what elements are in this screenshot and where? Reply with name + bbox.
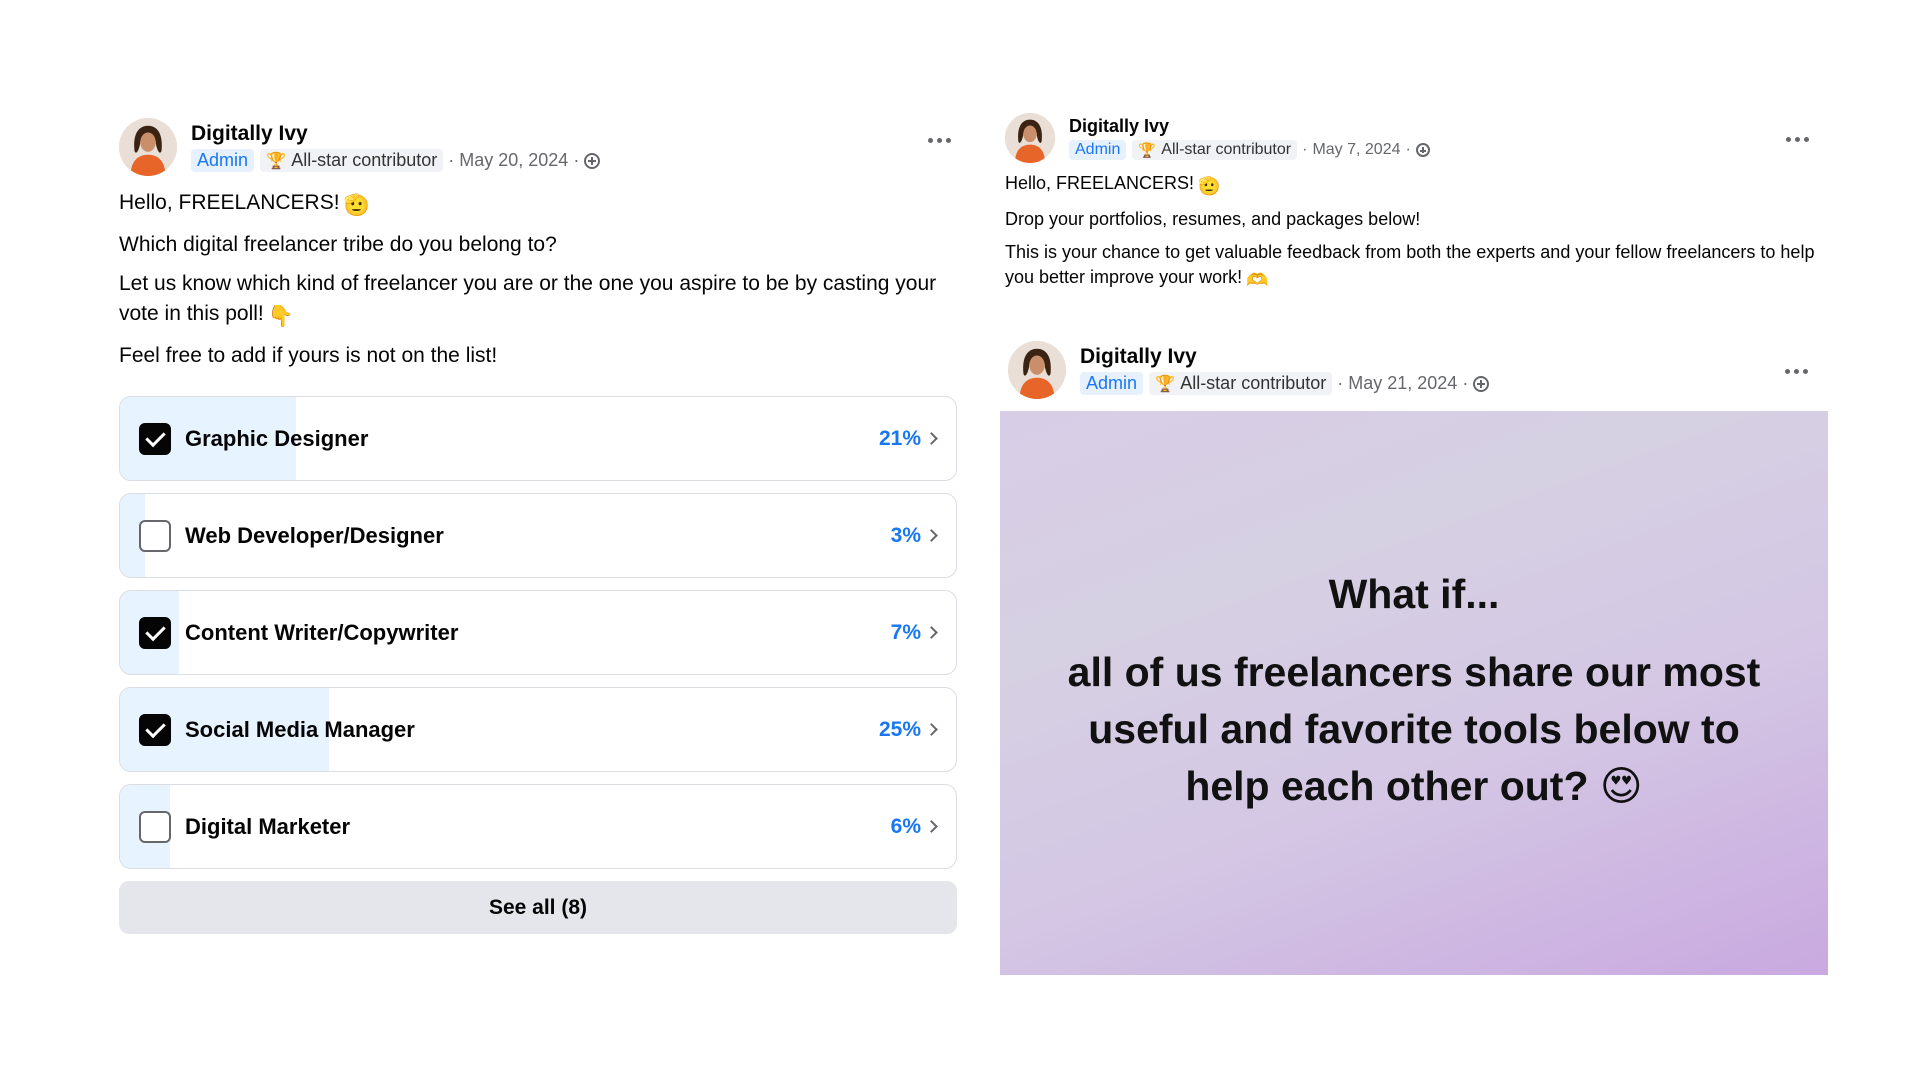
post-paragraph: Drop your portfolios, resumes, and packa… [1005,209,1421,229]
separator: · [1405,141,1411,158]
post-body: Hello, FREELANCERS! 🫡 Which digital freel… [119,188,957,371]
post-paragraph: This is your chance to get valuable feed… [1005,240,1815,293]
poll-checkbox[interactable] [139,713,171,746]
poll-option-label: Content Writer/Copywriter [185,619,459,645]
chevron-right-icon [925,820,938,833]
poll-option-label: Graphic Designer [185,425,369,451]
contributor-badge-label: All-star contributor [1180,373,1327,393]
separator: · [448,150,455,170]
admin-badge: Admin [1080,372,1144,395]
globe-icon [1473,375,1490,392]
contributor-badge[interactable]: 🏆 All-star contributor [1132,140,1298,160]
post-paragraph: Feel free to add if yours is not on the … [119,344,498,367]
author-name[interactable]: Digitally Ivy [1069,116,1430,137]
separator: · [1462,373,1469,393]
tools-post: Digitally Ivy Admin 🏆 All-star contribut… [1000,341,1828,975]
more-options-button[interactable] [922,132,957,149]
poll-option-label: Web Developer/Designer [185,522,444,548]
salute-emoji-icon: 🫡 [1198,176,1221,196]
post-paragraph: Hello, FREELANCERS! 🫡 [119,188,957,221]
heart-hands-emoji-icon: 🫶 [1246,270,1269,290]
admin-badge: Admin [1069,140,1127,160]
poll-checkbox[interactable] [139,616,171,649]
portfolio-post: Digitally Ivy Admin 🏆 All-star contribut… [1005,113,1815,301]
poll-option-label: Social Media Manager [185,716,415,742]
heart-eyes-emoji-icon: 😍 [1599,763,1643,809]
pointing-down-emoji-icon: 👇 [267,305,294,328]
globe-icon [1415,143,1430,157]
poll-option-label: Digital Marketer [185,813,351,839]
avatar[interactable] [1008,341,1066,399]
more-options-button[interactable] [1780,131,1815,148]
chevron-right-icon [925,723,938,736]
trophy-icon: 🏆 [1138,142,1157,159]
author-name[interactable]: Digitally Ivy [191,122,600,146]
trophy-icon: 🏆 [266,151,287,170]
more-options-icon [1785,369,1790,374]
poll-checkbox[interactable] [139,422,171,455]
avatar-image [1005,113,1055,163]
more-options-button[interactable] [1779,363,1814,380]
poll-option[interactable]: Content Writer/Copywriter 7% [119,590,957,675]
poll-percent[interactable]: 7% [891,621,921,645]
post-date[interactable]: May 20, 2024 [459,150,568,171]
text-background-card[interactable]: What if... all of us freelancers share o… [1000,411,1828,975]
post-header: Digitally Ivy Admin 🏆 All-star contribut… [119,118,957,176]
poll-checkbox[interactable] [139,519,171,552]
more-options-icon [1786,137,1791,142]
see-all-button[interactable]: See all (8) [119,881,957,934]
poll-percent[interactable]: 21% [879,427,921,451]
post-paragraph: Let us know which kind of freelancer you… [119,269,957,332]
poll-post: Digitally Ivy Admin 🏆 All-star contribut… [119,118,957,934]
post-paragraph: Hello, FREELANCERS! 🫡 [1005,171,1815,199]
post-date[interactable]: May 21, 2024 [1348,373,1457,394]
separator: · [1337,373,1344,393]
separator: · [1302,141,1308,158]
contributor-badge-label: All-star contributor [291,150,438,170]
poll-percent[interactable]: 6% [891,815,921,839]
avatar-image [119,118,177,176]
author-name[interactable]: Digitally Ivy [1080,345,1489,369]
avatar[interactable] [1005,113,1055,163]
chevron-right-icon [925,529,938,542]
globe-icon [584,152,601,169]
poll-percent[interactable]: 25% [879,718,921,742]
poll-option[interactable]: Graphic Designer 21% [119,396,957,481]
card-title: What if... [1328,571,1500,617]
post-body: Hello, FREELANCERS! 🫡 Drop your portfolio… [1005,171,1815,293]
post-header: Digitally Ivy Admin 🏆 All-star contribut… [1008,341,1814,399]
salute-emoji-icon: 🫡 [343,194,370,217]
contributor-badge[interactable]: 🏆 All-star contributor [260,149,444,172]
more-options-icon [928,138,933,143]
avatar-image [1008,341,1066,399]
poll-percent[interactable]: 3% [891,524,921,548]
admin-badge: Admin [191,149,255,172]
post-header: Digitally Ivy Admin 🏆 All-star contribut… [1005,113,1815,163]
card-text: all of us freelancers share our most use… [1067,649,1761,809]
contributor-badge-label: All-star contributor [1161,141,1292,158]
contributor-badge[interactable]: 🏆 All-star contributor [1149,372,1333,395]
poll-checkbox[interactable] [139,810,171,843]
trophy-icon: 🏆 [1155,374,1176,393]
post-date[interactable]: May 7, 2024 [1312,141,1400,159]
poll-option[interactable]: Social Media Manager 25% [119,687,957,772]
chevron-right-icon [925,432,938,445]
separator: · [573,150,580,170]
post-paragraph: Which digital freelancer tribe do you be… [119,233,557,256]
poll-option[interactable]: Web Developer/Designer 3% [119,493,957,578]
poll: Graphic Designer 21% Web Developer/Desig… [119,396,957,934]
avatar[interactable] [119,118,177,176]
chevron-right-icon [925,626,938,639]
poll-option[interactable]: Digital Marketer 6% [119,784,957,869]
